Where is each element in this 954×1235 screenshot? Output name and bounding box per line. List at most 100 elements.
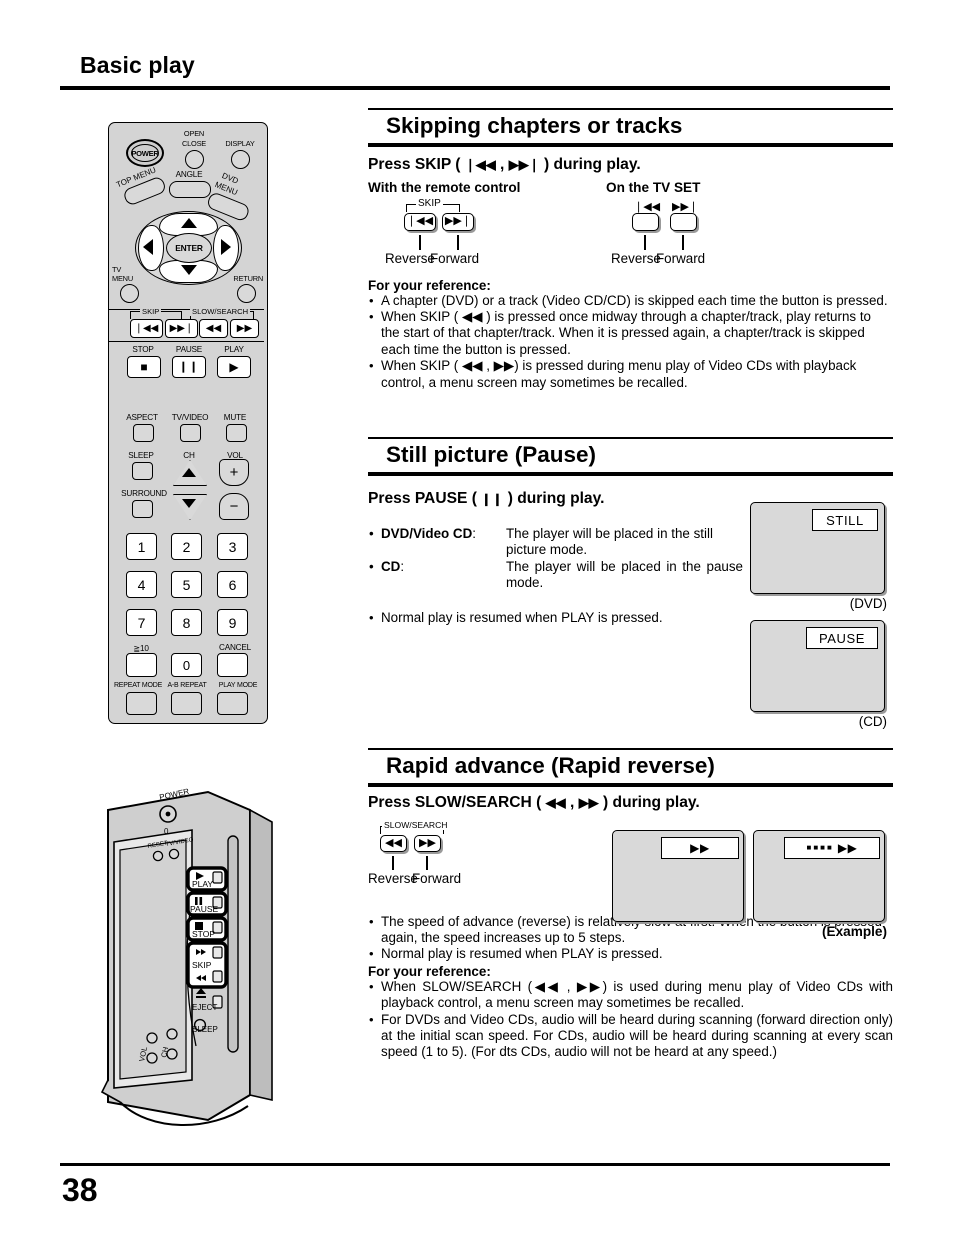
dvd-screen-caption: (DVD): [849, 596, 887, 611]
surround-button[interactable]: [132, 500, 153, 518]
tv-skip-back-icon: ❘◀◀: [634, 200, 661, 213]
remote-power-button[interactable]: POWER: [126, 139, 164, 167]
tv-video-button[interactable]: [180, 424, 201, 442]
key-5-button[interactable]: 5: [171, 571, 202, 598]
mute-button[interactable]: [226, 424, 247, 442]
scan-screen-stepped: ■■■■ ▶▶: [753, 830, 885, 922]
section1-instruction: Press SKIP ( ❘◀◀ , ▶▶❘ ) during play.: [368, 156, 893, 174]
key-2-button[interactable]: 2: [171, 533, 202, 560]
tv-menu-label-line2: MENU: [112, 274, 133, 283]
sleep-button[interactable]: [132, 462, 153, 480]
section3-heading: Rapid advance (Rapid reverse): [386, 752, 715, 778]
fast-forward-icon: ▶▶: [578, 794, 599, 810]
tvset-skip-forward-button[interactable]: [670, 212, 697, 231]
dvd-still-screen: STILL: [750, 502, 885, 594]
remote-play-button[interactable]: ▶: [217, 356, 251, 378]
tvset-skip-back-button[interactable]: [632, 212, 659, 231]
definition-value: The player will be placed in the still p…: [506, 525, 713, 558]
section3-bottom-rule: [368, 782, 893, 787]
repeat-mode-label: REPEAT MODE: [113, 682, 163, 689]
diagram-skip-back-button[interactable]: ❘◀◀: [404, 212, 436, 231]
osd-scan-icon: ▶▶: [661, 837, 739, 859]
with-remote-label: With the remote control: [368, 179, 521, 195]
key-5-label: 5: [182, 576, 191, 593]
remote-slow-search-reverse-button[interactable]: ◀◀: [199, 319, 228, 338]
remote-slow-search-forward-button[interactable]: ▶▶: [230, 319, 259, 338]
osd-scan-speed: ■■■■ ▶▶: [784, 837, 880, 859]
navigation-pad: ENTER: [135, 211, 242, 285]
tvset-skip-label: SKIP: [192, 960, 212, 970]
remote-skip-forward-button[interactable]: ▶▶❘: [165, 319, 198, 338]
key-1-label: 1: [137, 538, 146, 555]
tvset-play-label: PLAY: [192, 879, 213, 889]
section2-instruction-post: ) during play.: [507, 489, 605, 507]
diagram-slow-reverse-button[interactable]: ◀◀: [380, 834, 407, 852]
open-close-button[interactable]: [185, 150, 204, 169]
tvset-sleep-label: SLEEP: [192, 1025, 218, 1034]
cancel-button[interactable]: [217, 653, 248, 677]
remote-pause-button[interactable]: ❙❙: [172, 356, 206, 378]
key-3-button[interactable]: 3: [217, 533, 248, 560]
scan-screen-1-group: ▶▶: [612, 830, 744, 922]
tv-video-label: TV/VIDEO: [171, 413, 209, 422]
return-button[interactable]: [237, 284, 256, 303]
list-item: Normal play is resumed when PLAY is pres…: [368, 610, 743, 627]
remote-stop-button[interactable]: ■: [127, 356, 161, 378]
ab-repeat-button[interactable]: [171, 692, 202, 715]
volume-up-button[interactable]: +: [219, 459, 249, 486]
section3-instruction-mid: ,: [570, 793, 575, 811]
mute-label: MUTE: [223, 413, 247, 422]
channel-down-icon: [182, 499, 196, 508]
key-7-button[interactable]: 7: [126, 609, 157, 636]
display-label: DISPLAY: [225, 139, 255, 148]
key-9-button[interactable]: 9: [217, 609, 248, 636]
list-item: When SKIP ( ◀◀ , ▶▶) is pressed during m…: [368, 358, 893, 391]
section2-note-list: Normal play is resumed when PLAY is pres…: [368, 610, 743, 627]
section1-instruction-post: ) during play.: [543, 155, 641, 173]
remote-skip-back-button[interactable]: ❘◀◀: [130, 319, 163, 338]
key-8-label: 8: [182, 614, 191, 631]
ten-plus-button[interactable]: [126, 653, 157, 677]
leader-line: [457, 234, 459, 250]
skip-back-icon: ❘◀◀: [464, 156, 496, 172]
tv-menu-label-line1: TV: [112, 265, 122, 274]
section3-reference-title: For your reference:: [368, 963, 491, 979]
display-button[interactable]: [231, 150, 250, 169]
tvset-eject-label: EJECT: [192, 1003, 217, 1012]
aspect-button[interactable]: [133, 424, 154, 442]
key-6-button[interactable]: 6: [217, 571, 248, 598]
tv-skip-forward-icon: ▶▶❘: [672, 200, 699, 213]
remote-forward-label: Forward: [430, 250, 480, 266]
leader-line: [419, 234, 421, 250]
diagram-slow-forward-button[interactable]: ▶▶: [414, 834, 441, 852]
definition-value: The player will be placed in the pause m…: [506, 558, 743, 591]
key-0-button[interactable]: 0: [171, 653, 202, 677]
return-label: RETURN: [233, 274, 263, 283]
open-close-label-line1: OPEN: [183, 129, 205, 138]
section3-instruction-pre: Press SLOW/SEARCH (: [368, 793, 542, 811]
manual-page: Basic play POWER OPEN CLOSE DISPLAY ANGL…: [0, 0, 954, 1235]
skip-forward-icon: ▶▶❘: [169, 322, 194, 334]
skip-back-icon: ❘◀◀: [134, 322, 159, 334]
skip-forward-icon: ▶▶❘: [508, 156, 540, 172]
diagram-skip-forward-button[interactable]: ▶▶❘: [442, 212, 474, 231]
tv-set-drawing: POWER 0 RESET TV/VIDEO PLAY PAUSE STOP S…: [100, 787, 273, 1126]
play-mode-button[interactable]: [217, 692, 248, 715]
section-skipping: Skipping chapters or tracks Press SKIP (…: [368, 108, 893, 391]
cancel-label: CANCEL: [218, 643, 251, 652]
play-mode-label: PLAY MODE: [218, 682, 258, 689]
tv-menu-button[interactable]: [120, 284, 139, 303]
key-2-label: 2: [182, 538, 191, 555]
on-tv-set-label: On the TV SET: [606, 179, 701, 195]
key-4-button[interactable]: 4: [126, 571, 157, 598]
ab-repeat-label: A-B REPEAT: [167, 682, 207, 689]
tv-forward-label: Forward: [656, 250, 706, 266]
key-8-button[interactable]: 8: [171, 609, 202, 636]
example-caption: (Example): [822, 924, 887, 939]
repeat-mode-button[interactable]: [126, 692, 157, 715]
key-1-button[interactable]: 1: [126, 533, 157, 560]
volume-down-button[interactable]: −: [219, 493, 249, 520]
pause-label: PAUSE: [175, 345, 203, 354]
enter-button[interactable]: ENTER: [166, 233, 212, 263]
angle-button[interactable]: [169, 181, 211, 198]
